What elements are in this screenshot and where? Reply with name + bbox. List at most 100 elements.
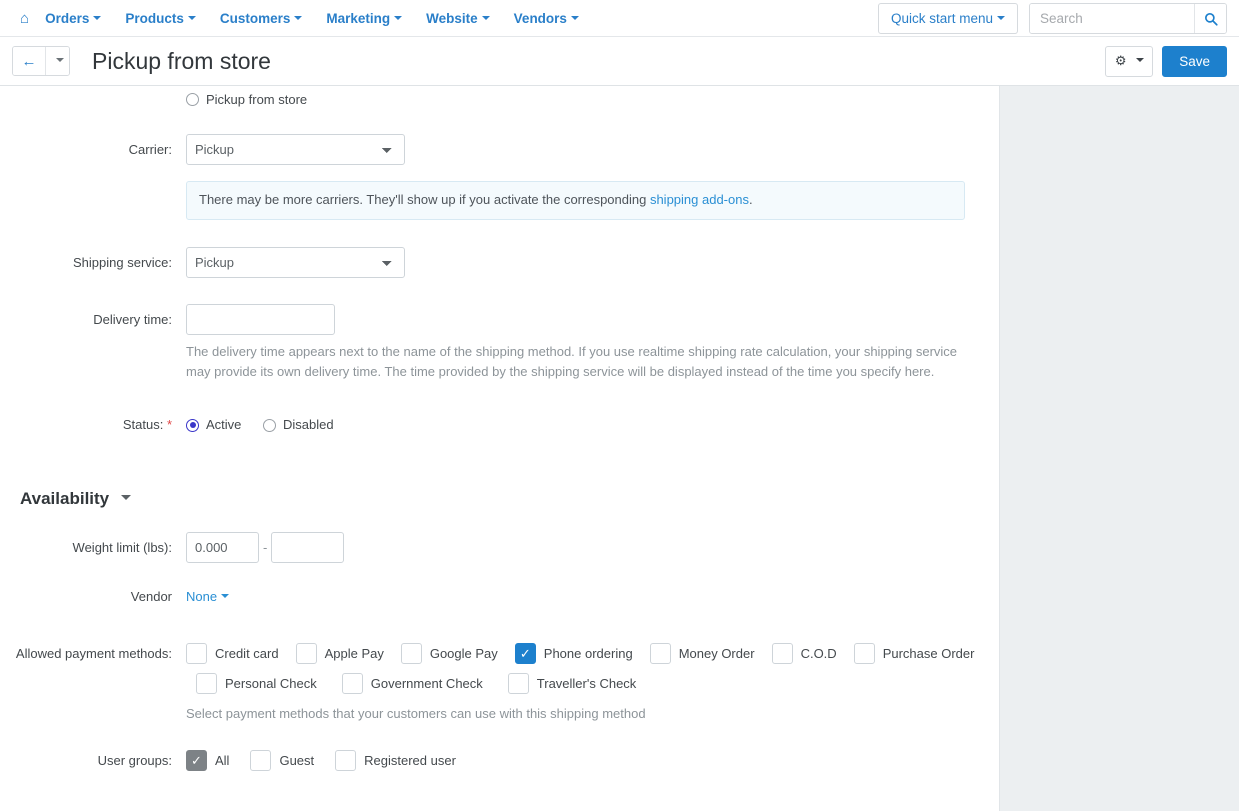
page-title-bar: ← Pickup from store ⚙ Save [0, 37, 1239, 86]
settings-dropdown-button[interactable]: ⚙ [1105, 45, 1154, 77]
nav-item-marketing[interactable]: Marketing [326, 11, 403, 26]
row-payment-methods: Allowed payment methods: ✓ Credit card ✓… [0, 642, 999, 724]
search-input[interactable] [1030, 4, 1194, 33]
checkbox-personal-check[interactable]: ✓ Personal Check [196, 672, 317, 694]
checkbox-phone-ordering[interactable]: ✓ Phone ordering [514, 642, 633, 664]
user-groups-field: ✓ All ✓ Guest ✓ Registered user [186, 749, 999, 771]
weight-limit-max-input[interactable] [271, 531, 345, 563]
radio-status-active-control[interactable] [186, 418, 199, 432]
top-navigation-bar: ⌂ Orders Products Customers Marketing We… [0, 0, 1239, 37]
checkbox-user-group-registered-label: Registered user [364, 752, 456, 768]
row-vendor: Vendor None [0, 587, 999, 607]
radio-status-disabled-control[interactable] [263, 418, 277, 432]
user-groups-label: User groups: [97, 752, 172, 768]
checkbox-user-group-all-control[interactable]: ✓ [186, 749, 207, 771]
page-title: Pickup from store [92, 47, 271, 74]
checkbox-travellers-check[interactable]: ✓ Traveller's Check [507, 672, 636, 694]
weight-limit-min-input[interactable] [186, 531, 259, 563]
chevron-down-icon [294, 15, 303, 20]
availability-section-header[interactable]: Availability [20, 488, 132, 509]
save-button[interactable]: Save [1162, 45, 1227, 77]
checkbox-user-group-all-label: All [215, 752, 230, 768]
checkbox-google-pay-control[interactable]: ✓ [400, 642, 422, 664]
checkbox-credit-card-control[interactable]: ✓ [186, 642, 207, 664]
home-icon[interactable]: ⌂ [20, 11, 29, 26]
checkbox-phone-ordering-label: Phone ordering [543, 645, 633, 661]
vendor-value: None [186, 588, 218, 604]
checkbox-personal-check-control[interactable]: ✓ [196, 672, 217, 694]
payment-methods-label: Allowed payment methods: [15, 645, 172, 661]
checkbox-user-group-guest-control[interactable]: ✓ [250, 749, 272, 771]
checkbox-user-group-registered[interactable]: ✓ Registered user [335, 749, 456, 771]
payment-methods-row-2: ✓ Personal Check ✓ Government Check ✓ Tr… [196, 672, 999, 694]
checkbox-travellers-check-control[interactable]: ✓ [507, 672, 529, 694]
required-asterisk: * [166, 417, 172, 433]
nav-item-website[interactable]: Website [426, 11, 490, 26]
chevron-down-icon [55, 58, 64, 62]
form-content-panel: Pickup from store Carrier: Pickup There … [0, 86, 1000, 811]
nav-item-orders[interactable]: Orders [45, 11, 102, 26]
weight-limit-field: - [186, 531, 999, 563]
back-dropdown-button[interactable] [45, 47, 69, 75]
carrier-notice-text-after: . [748, 192, 753, 207]
radio-status-active[interactable]: Active [186, 409, 241, 441]
checkbox-apple-pay[interactable]: ✓ Apple Pay [295, 642, 384, 664]
weight-limit-label: Weight limit (lbs): [72, 539, 172, 555]
weight-limit-separator: - [263, 539, 268, 555]
checkbox-credit-card[interactable]: ✓ Credit card [186, 642, 279, 664]
chevron-down-icon [570, 15, 579, 20]
checkbox-government-check[interactable]: ✓ Government Check [341, 672, 483, 694]
vendor-field: None [186, 587, 999, 607]
checkbox-cod-control[interactable]: ✓ [771, 642, 793, 664]
checkbox-user-group-guest[interactable]: ✓ Guest [250, 749, 314, 771]
availability-section-label: Availability [20, 488, 110, 508]
row-user-groups: User groups: ✓ All ✓ Guest ✓ Registered … [0, 749, 999, 771]
search-icon[interactable] [1194, 4, 1226, 33]
pickup-from-store-field: Pickup from store [186, 92, 999, 109]
checkbox-cod[interactable]: ✓ C.O.D [771, 642, 837, 664]
nav-item-vendors[interactable]: Vendors [514, 11, 579, 26]
checkbox-phone-ordering-control[interactable]: ✓ [514, 642, 536, 664]
radio-status-disabled[interactable]: Disabled [263, 409, 334, 441]
checkbox-credit-card-label: Credit card [215, 645, 279, 661]
nav-item-customers[interactable]: Customers [220, 11, 303, 26]
checkbox-google-pay[interactable]: ✓ Google Pay [400, 642, 498, 664]
checkbox-apple-pay-control[interactable]: ✓ [295, 642, 317, 664]
chevron-down-icon [394, 15, 403, 20]
radio-pickup-from-store-control[interactable] [186, 93, 199, 106]
back-button[interactable]: ← [13, 47, 45, 75]
shipping-service-select[interactable]: Pickup [186, 246, 405, 278]
delivery-time-input[interactable] [186, 303, 335, 335]
chevron-down-icon [187, 15, 196, 20]
vendor-dropdown[interactable]: None [186, 588, 230, 604]
shipping-addons-link[interactable]: shipping add-ons [650, 192, 749, 207]
checkbox-user-group-registered-control[interactable]: ✓ [335, 749, 357, 771]
status-label-text: Status: [122, 417, 164, 433]
vendor-label: Vendor [130, 588, 172, 604]
checkbox-money-order-control[interactable]: ✓ [649, 642, 671, 664]
shipping-service-label: Shipping service: [73, 254, 172, 270]
nav-item-products[interactable]: Products [125, 11, 196, 26]
payment-methods-field: ✓ Credit card ✓ Apple Pay ✓ Google Pay [186, 642, 999, 724]
availability-section: Availability Weight limit (lbs): - Vendo… [0, 489, 999, 771]
nav-item-products-label: Products [125, 10, 184, 26]
chevron-down-icon [93, 15, 102, 20]
chevron-down-icon [121, 495, 132, 501]
nav-item-vendors-label: Vendors [513, 10, 567, 26]
radio-status-disabled-label: Disabled [283, 417, 334, 433]
checkbox-apple-pay-label: Apple Pay [324, 645, 384, 661]
radio-pickup-from-store[interactable]: Pickup from store [186, 92, 307, 107]
checkbox-government-check-control[interactable]: ✓ [341, 672, 363, 694]
nav-item-customers-label: Customers [219, 10, 291, 26]
checkbox-purchase-order[interactable]: ✓ Purchase Order [853, 642, 974, 664]
delivery-time-field: The delivery time appears next to the na… [186, 303, 999, 382]
checkbox-personal-check-label: Personal Check [225, 675, 317, 691]
chevron-down-icon [1135, 58, 1144, 62]
quick-start-menu-button[interactable]: Quick start menu [877, 3, 1018, 34]
checkbox-purchase-order-control[interactable]: ✓ [853, 642, 875, 664]
checkbox-user-group-all[interactable]: ✓ All [186, 749, 230, 771]
carrier-select[interactable]: Pickup [186, 134, 405, 165]
checkbox-money-order[interactable]: ✓ Money Order [649, 642, 755, 664]
row-shipping-service: Shipping service: Pickup [0, 246, 999, 279]
payment-methods-help: Select payment methods that your custome… [186, 705, 646, 721]
